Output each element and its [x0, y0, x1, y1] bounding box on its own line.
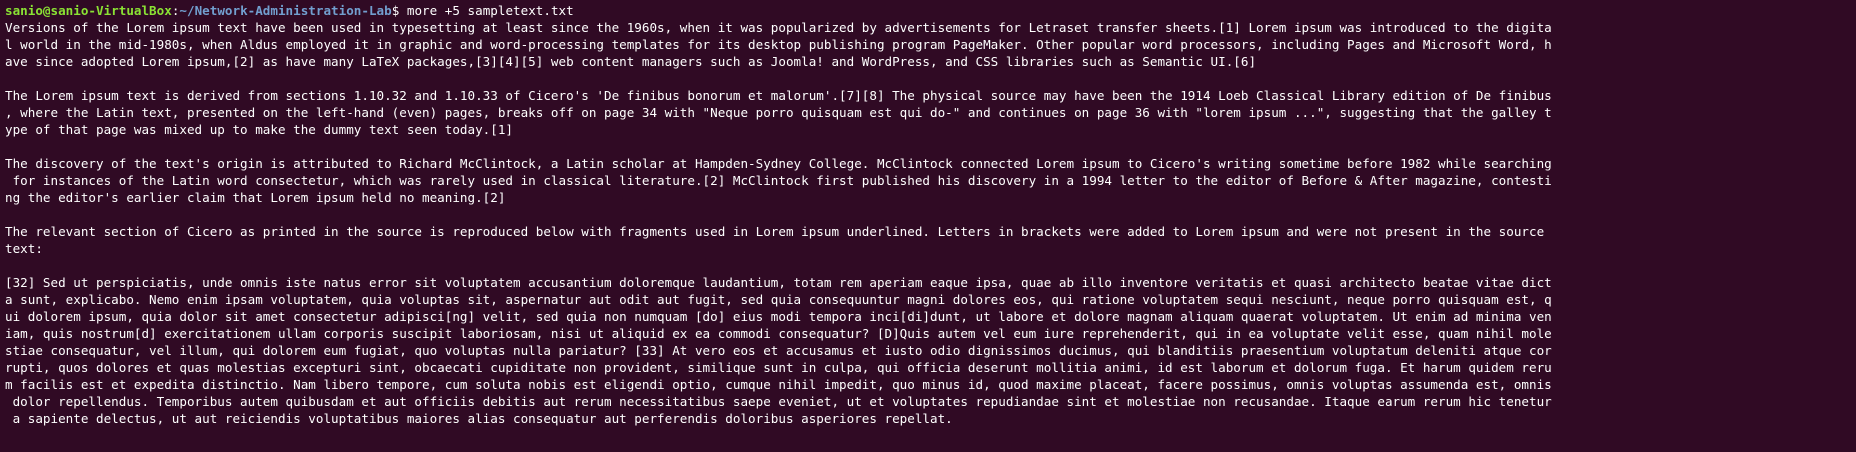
- output-line: The discovery of the text's origin is at…: [5, 156, 1552, 171]
- output-line: Versions of the Lorem ipsum text have be…: [5, 20, 1552, 35]
- command-prompt-line: sanio@sanio-VirtualBox:~/Network-Adminis…: [5, 2, 1856, 19]
- output-line: [32] Sed ut perspiciatis, unde omnis ist…: [5, 275, 1552, 290]
- command-text: more +5 sampletext.txt: [406, 3, 574, 18]
- prompt-user-host: sanio@sanio-VirtualBox: [5, 3, 172, 18]
- output-line: The relevant section of Cicero as printe…: [5, 224, 1545, 239]
- prompt-path: ~/Network-Administration-Lab: [179, 3, 392, 18]
- terminal-output: Versions of the Lorem ipsum text have be…: [5, 19, 1856, 427]
- output-line: dolor repellendus. Temporibus autem quib…: [5, 394, 1552, 409]
- output-line: for instances of the Latin word consecte…: [5, 173, 1552, 188]
- output-line: , where the Latin text, presented on the…: [5, 105, 1552, 120]
- output-line: a sapiente delectus, ut aut reiciendis v…: [5, 411, 953, 426]
- output-line: ave since adopted Lorem ipsum,[2] as hav…: [5, 54, 1257, 69]
- prompt-dollar: $: [391, 3, 407, 18]
- terminal-window[interactable]: sanio@sanio-VirtualBox:~/Network-Adminis…: [0, 0, 1856, 452]
- output-line: stiae consequatur, vel illum, qui dolore…: [5, 343, 1552, 358]
- output-line: ng the editor's earlier claim that Lorem…: [5, 190, 506, 205]
- output-line: m facilis est et expedita distinctio. Na…: [5, 377, 1552, 392]
- output-line: rupti, quos dolores et quas molestias ex…: [5, 360, 1552, 375]
- output-line: ui dolorem ipsum, quia dolor sit amet co…: [5, 309, 1552, 324]
- output-line: ype of that page was mixed up to make th…: [5, 122, 513, 137]
- output-line: The Lorem ipsum text is derived from sec…: [5, 88, 1552, 103]
- output-line: iam, quis nostrum[d] exercitationem ulla…: [5, 326, 1552, 341]
- output-line: a sunt, explicabo. Nemo enim ipsam volup…: [5, 292, 1552, 307]
- output-line: l world in the mid-1980s, when Aldus emp…: [5, 37, 1552, 52]
- output-line: text:: [5, 241, 43, 256]
